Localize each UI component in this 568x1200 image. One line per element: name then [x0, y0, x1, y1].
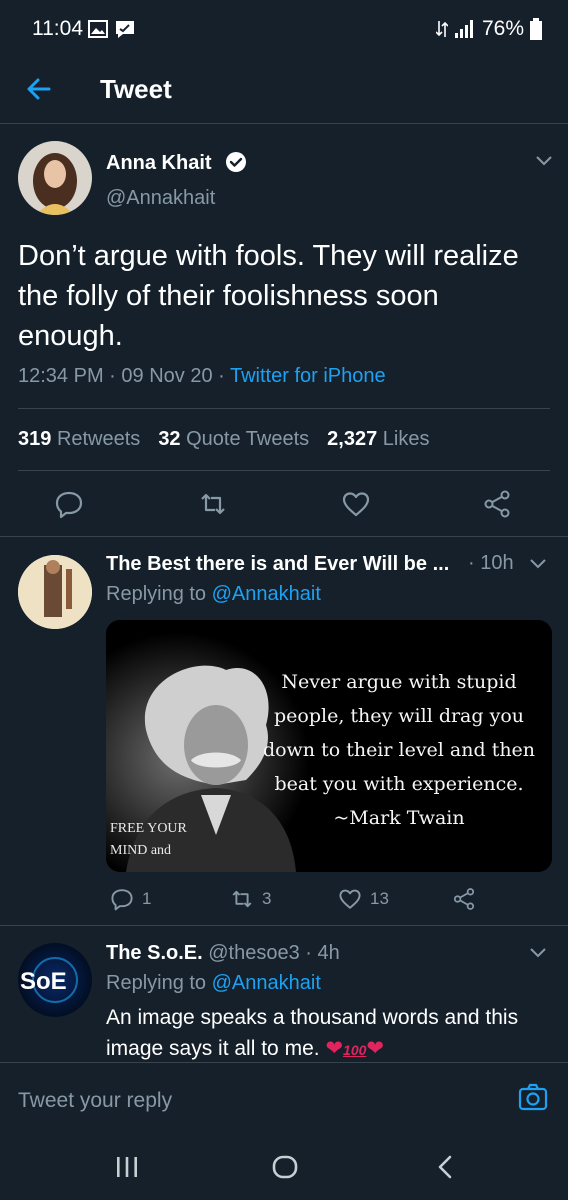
replying-to-line: Replying to @Annakhait — [106, 972, 321, 994]
replying-to-line: Replying to @Annakhait — [106, 583, 321, 605]
retweets-stat[interactable]: 319 Retweets — [18, 428, 140, 451]
likes-stat[interactable]: 2,327 Likes — [327, 428, 429, 451]
gallery-notification-icon — [88, 20, 108, 38]
page-title: Tweet — [100, 74, 172, 104]
tweet-stats: 319 Retweets 32 Quote Tweets 2,327 Likes — [18, 428, 430, 451]
battery-percent: 76% — [481, 17, 524, 40]
heart-emoji: ❤ — [325, 1037, 344, 1060]
reply-menu-chevron-icon[interactable] — [528, 946, 548, 960]
system-nav-bar — [0, 1126, 568, 1200]
reply-age: · 10h — [468, 552, 514, 574]
status-bar: 11:04 76% — [0, 0, 568, 60]
tweet-date: 09 Nov 20 — [121, 365, 213, 387]
reply-action[interactable]: 1 — [110, 887, 151, 911]
like-count: 13 — [370, 889, 389, 908]
reply-input[interactable]: Tweet your reply — [18, 1089, 172, 1113]
reply-author-name[interactable]: The Best there is and Ever Will be ... — [106, 553, 449, 576]
hundred-points-emoji: 100 — [343, 1042, 367, 1058]
reply-menu-chevron-icon[interactable] — [528, 557, 548, 571]
reply-avatar[interactable]: SoE — [18, 943, 92, 1017]
battery-icon — [530, 18, 542, 40]
top-app-bar: Tweet — [0, 60, 568, 124]
tweet-text: Don’t argue with fools. They will realiz… — [18, 240, 519, 352]
heart-emoji: ❤ — [366, 1037, 385, 1060]
tweet-time: 12:34 PM — [18, 365, 104, 387]
camera-icon[interactable] — [518, 1083, 548, 1111]
divider — [0, 925, 568, 926]
retweet-icon[interactable] — [198, 489, 228, 519]
reply-composer[interactable]: Tweet your reply — [0, 1062, 568, 1126]
image-side-text: FREE YOUR MIND and — [110, 821, 187, 858]
home-button-icon[interactable] — [272, 1155, 298, 1179]
soe-logo-text: SoE — [20, 968, 67, 995]
reply-handle-age[interactable]: @thesoe3 · 4h — [208, 942, 340, 964]
like-heart-icon[interactable] — [341, 489, 371, 519]
author-avatar[interactable] — [18, 141, 92, 215]
reply-icon — [111, 889, 133, 911]
author-handle[interactable]: @Annakhait — [106, 187, 215, 210]
tweet-meta: 12:34 PM · 09 Nov 20 · Twitter for iPhon… — [18, 365, 386, 387]
image-quote-text: Never argue with stupid people, they wil… — [262, 671, 536, 829]
retweet-action[interactable]: 3 — [230, 887, 271, 911]
tweet-menu-chevron-icon[interactable] — [534, 154, 554, 168]
share-icon[interactable] — [482, 489, 512, 519]
verified-badge-icon — [226, 152, 246, 172]
retweet-count: 3 — [262, 889, 272, 908]
status-time: 11:04 — [32, 17, 83, 40]
share-icon[interactable] — [452, 887, 476, 911]
message-notification-icon — [116, 21, 134, 38]
data-arrows-icon — [435, 21, 448, 37]
quote-tweets-stat[interactable]: 32 Quote Tweets — [158, 428, 309, 451]
like-action[interactable]: 13 — [338, 887, 389, 911]
replying-to-link[interactable]: @Annakhait — [212, 583, 321, 605]
reply-author-name[interactable]: The S.o.E. — [106, 942, 203, 964]
like-heart-icon — [339, 889, 361, 909]
divider — [18, 470, 550, 471]
tweet-source-link[interactable]: Twitter for iPhone — [230, 365, 386, 387]
divider — [18, 408, 550, 409]
reply-icon[interactable] — [54, 489, 84, 519]
reply-count: 1 — [142, 889, 152, 908]
retweet-icon — [232, 890, 252, 908]
back-arrow-icon[interactable] — [24, 74, 54, 104]
replying-to-link[interactable]: @Annakhait — [212, 972, 321, 994]
reply-image[interactable]: Never argue with stupid people, they wil… — [106, 620, 552, 872]
status-right: 76% — [435, 17, 542, 41]
recent-apps-icon[interactable] — [115, 1156, 139, 1178]
divider — [0, 536, 568, 537]
signal-icon — [454, 20, 473, 38]
reply-author-line: The S.o.E. @thesoe3 · 4h — [106, 942, 340, 965]
reply-avatar[interactable] — [18, 555, 92, 629]
author-name[interactable]: Anna Khait — [106, 152, 212, 175]
reply-text: An image speaks a thousand words and thi… — [106, 1006, 519, 1060]
back-button-icon[interactable] — [436, 1155, 454, 1179]
